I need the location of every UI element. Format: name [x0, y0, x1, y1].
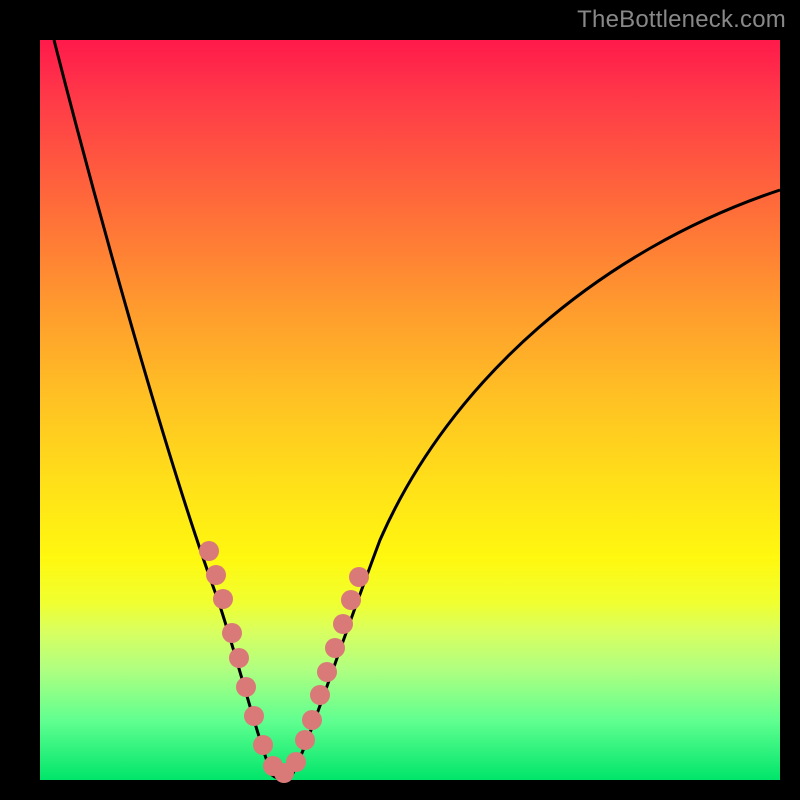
- dot: [199, 541, 219, 561]
- dot: [310, 685, 330, 705]
- dot: [206, 565, 226, 585]
- dot: [222, 623, 242, 643]
- dot: [302, 710, 322, 730]
- highlight-dots-group: [199, 541, 369, 783]
- dot: [333, 614, 353, 634]
- chart-plot-area: [40, 40, 780, 780]
- dot: [244, 706, 264, 726]
- chart-frame: TheBottleneck.com: [0, 0, 800, 800]
- dot: [295, 730, 315, 750]
- dot: [229, 648, 249, 668]
- bottleneck-curve-path: [54, 40, 780, 779]
- bottleneck-curve-svg: [40, 40, 780, 780]
- dot: [236, 677, 256, 697]
- dot: [341, 590, 361, 610]
- dot: [325, 638, 345, 658]
- dot: [286, 752, 306, 772]
- dot: [317, 662, 337, 682]
- dot: [253, 735, 273, 755]
- dot: [349, 567, 369, 587]
- dot: [213, 589, 233, 609]
- watermark-text: TheBottleneck.com: [577, 6, 786, 34]
